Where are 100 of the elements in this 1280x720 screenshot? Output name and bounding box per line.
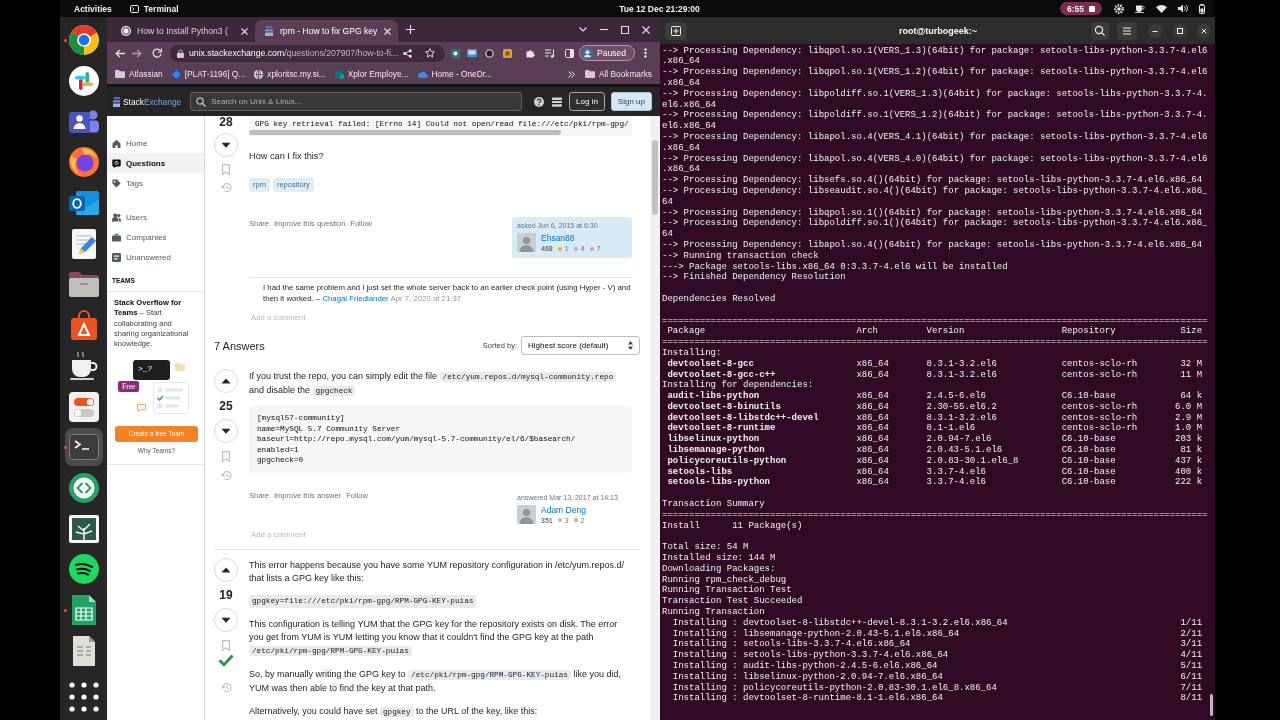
package-size: 32 M <box>1180 358 1203 370</box>
stop-icon <box>1089 5 1095 12</box>
bookmark-item[interactable]: [PLAT-1196] Q... <box>171 69 246 79</box>
activities-button[interactable]: Activities <box>74 3 112 14</box>
maximize-icon[interactable] <box>621 25 629 34</box>
downvote-icon[interactable] <box>214 133 238 157</box>
package-size: 400 k <box>1175 466 1203 477</box>
new-tab-icon[interactable] <box>665 21 687 40</box>
scrollbar-thumb[interactable] <box>1209 694 1213 716</box>
recording-indicator[interactable]: 6:55 <box>1060 2 1102 15</box>
upvote-icon[interactable] <box>214 557 238 582</box>
profile-button[interactable]: Paused <box>579 45 636 61</box>
tile-icon[interactable] <box>451 48 460 58</box>
maximize-icon[interactable] <box>1173 23 1187 38</box>
speaker-icon[interactable] <box>1178 4 1188 13</box>
chevron-down-icon[interactable] <box>579 27 587 32</box>
puzzle-icon[interactable] <box>526 48 535 58</box>
terminal-line: --> Processing Dependency: libsefs.so.4()(64bit) for package: setools-libs-python-3.3.7-4.el6.x86_64 <box>662 175 1203 186</box>
nav-item[interactable]: Companies <box>107 227 204 247</box>
sidebar-icon[interactable] <box>565 48 574 58</box>
all-bookmarks-button[interactable]: All Bookmarks <box>584 69 652 79</box>
square-icon[interactable] <box>503 48 512 58</box>
share-icon[interactable] <box>403 48 413 58</box>
downvote-icon[interactable] <box>214 419 238 443</box>
checklist-card-icon <box>153 382 189 415</box>
battery-icon[interactable] <box>1199 3 1205 14</box>
terminal-line: Installed size: 144 M <box>662 553 776 564</box>
progress-count: 1/11 <box>1180 617 1203 629</box>
sort-select[interactable]: Highest score (default) <box>521 336 640 355</box>
people-icon <box>112 212 121 222</box>
scrollbar-thumb[interactable] <box>652 140 658 215</box>
package-arch: x86_64 <box>856 423 889 435</box>
dock-button[interactable] <box>64 428 103 467</box>
home-icon <box>112 138 121 148</box>
nav-item[interactable]: Users <box>107 207 204 227</box>
minimize-icon[interactable] <box>1148 23 1162 38</box>
upvote-icon[interactable] <box>214 369 238 393</box>
signup-button[interactable]: Sign up <box>610 92 652 111</box>
menu-icon[interactable] <box>1117 21 1137 40</box>
progress-count: 7/11 <box>1180 682 1203 693</box>
stacked-bars-icon[interactable] <box>552 96 563 107</box>
search-icon[interactable] <box>1091 21 1109 40</box>
browser-tab[interactable]: rpm - How to fix GPG key <box>255 20 398 42</box>
coffee-cup-icon[interactable] <box>1135 4 1145 13</box>
reload-icon[interactable] <box>152 48 162 58</box>
double-chevron-icon[interactable] <box>567 70 575 78</box>
speech-bubble-icon <box>112 158 121 168</box>
close-icon[interactable] <box>1197 23 1211 38</box>
nav-item[interactable]: Tags <box>107 173 204 193</box>
vote-count: 19 <box>219 588 233 601</box>
separator-line: ===================================================================================================== <box>662 315 1207 326</box>
terminal-line: Transaction Summary <box>662 499 765 510</box>
browser-tab[interactable]: How to Install Python3 ( <box>112 20 255 42</box>
package-repository: centos-sclo-rh <box>1061 412 1138 423</box>
clock-button[interactable]: Tue 12 Dec 21:29:00 <box>619 3 700 14</box>
window-title: root@turbogeek:~ <box>899 25 977 36</box>
package-repository: centos-sclo-rh <box>1061 401 1138 413</box>
ring-icon[interactable] <box>485 48 494 58</box>
back-icon[interactable] <box>115 48 125 58</box>
login-button[interactable]: Log in <box>569 92 605 111</box>
nav-item[interactable]: Unanswered <box>107 247 204 267</box>
star-icon[interactable] <box>425 48 436 58</box>
user-link[interactable]: Adam Deng <box>541 504 586 516</box>
close-icon[interactable] <box>384 27 391 35</box>
downvote-icon[interactable] <box>214 607 238 632</box>
playlist-icon[interactable] <box>545 48 555 58</box>
search-field[interactable]: Search on Unix & Linux... <box>190 92 523 111</box>
package-size: 6.0 M <box>1175 401 1203 413</box>
close-icon[interactable] <box>642 25 650 34</box>
terminal-line: --> Finished Dependency Resolution <box>662 272 846 284</box>
bookmark-item[interactable]: xploritsc.my.si... <box>254 69 326 79</box>
plus-icon[interactable] <box>406 25 415 34</box>
more-icon[interactable] <box>644 48 648 58</box>
bookmark-item[interactable]: Xplor Employe... <box>334 69 409 79</box>
package-arch: x86_64 <box>856 358 889 370</box>
screen-icon[interactable] <box>467 49 477 57</box>
progress-text: Installing : devtoolset-8-libstdc++-devel-8.3.1-3.2.el6.x86_64 <box>672 617 1008 629</box>
nav-item[interactable]: Home <box>107 133 204 153</box>
app-menu-button[interactable]: Terminal <box>129 3 179 14</box>
sort-arrows-icon <box>628 341 633 350</box>
avatar-icon <box>517 233 536 252</box>
address-bar[interactable]: unix.stackexchange.com/questions/207907/how-to-fi... <box>170 44 445 62</box>
bookmark-item[interactable]: Home - OneDr... <box>417 69 492 79</box>
cog-icon[interactable] <box>1114 3 1124 14</box>
close-icon[interactable] <box>241 27 248 35</box>
terminal-line: --> Processing Dependency: libseaudit.so.4()(64bit) for package: setools-libs-python-3.3.7-4.el6.x86_ <box>662 185 1207 197</box>
terminal-line: ---> Package setools-libs.x86_64 0:3.3.7-4.el6 will be installed <box>662 261 1008 272</box>
separator-line: ===================================================================================================== <box>662 509 1207 521</box>
nav-item[interactable]: Questions <box>107 153 204 173</box>
forward-icon[interactable] <box>132 48 142 58</box>
wifi-icon[interactable] <box>1156 4 1167 13</box>
help-icon[interactable] <box>534 96 545 107</box>
bookmark-item[interactable]: Atlassian <box>115 69 163 79</box>
package-arch: x86_64 <box>856 401 889 413</box>
site-logo-link[interactable]: StackExchange <box>112 96 182 107</box>
app-grid-icon <box>68 681 99 712</box>
scrollbar-thumb[interactable] <box>249 130 561 135</box>
terminal-line: Running rpm_check_debug <box>662 574 787 585</box>
user-link[interactable]: Ehsan88 <box>541 233 575 244</box>
terminal-line: Running Transaction Test <box>662 585 792 596</box>
